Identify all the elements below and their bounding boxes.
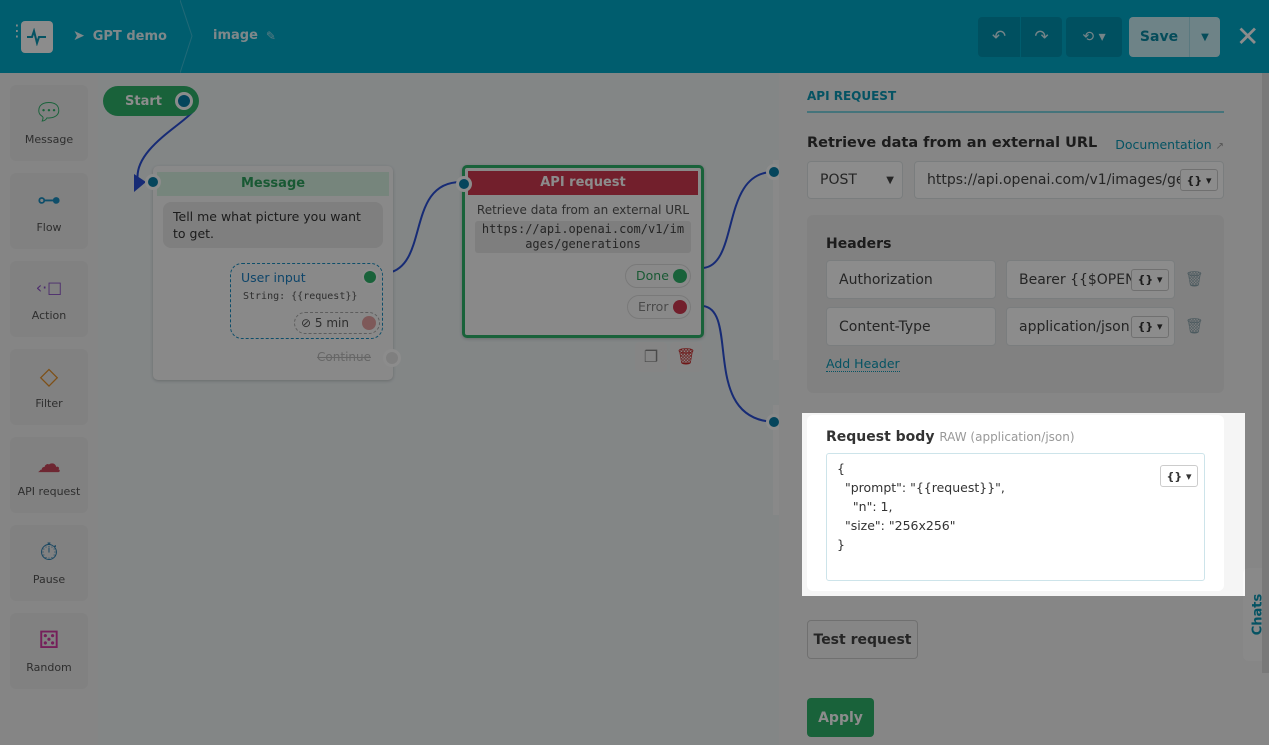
add-header-link[interactable]: Add Header bbox=[826, 356, 900, 372]
header-key: Content-Type bbox=[839, 318, 931, 335]
header-key-input[interactable]: Authorization bbox=[826, 260, 996, 299]
message-text: Tell me what picture you want to get. bbox=[163, 202, 383, 248]
close-icon[interactable]: ✕ bbox=[1236, 20, 1259, 53]
body-type: RAW (application/json) bbox=[939, 430, 1075, 444]
input-variable: String: {{request}} bbox=[243, 291, 358, 302]
scrollbar[interactable] bbox=[1262, 73, 1269, 673]
node-description: Retrieve data from an external URL bbox=[476, 203, 690, 217]
header-value: Bearer {{$OPEN/ bbox=[1019, 271, 1141, 288]
header-value-input[interactable]: Bearer {{$OPEN/{} ▾ bbox=[1006, 260, 1175, 299]
trash-icon[interactable]: 🗑︎ bbox=[1185, 270, 1204, 288]
save-button[interactable]: Save bbox=[1129, 17, 1189, 57]
header-key: Authorization bbox=[839, 271, 933, 288]
node-title: Message bbox=[157, 172, 389, 196]
request-body-title: Request body bbox=[826, 429, 935, 445]
url-input[interactable]: https://api.openai.com/v1/images/gene{} … bbox=[914, 161, 1224, 199]
copy-icon[interactable]: ❐ bbox=[635, 342, 667, 372]
headers-title: Headers bbox=[826, 236, 892, 252]
panel-subtitle: Retrieve data from an external URL bbox=[807, 135, 1098, 151]
input-port[interactable] bbox=[145, 174, 161, 190]
continue-port[interactable] bbox=[383, 349, 401, 367]
external-link-icon: ↗ bbox=[1215, 141, 1224, 152]
message-node[interactable]: Message Tell me what picture you want to… bbox=[145, 166, 401, 380]
input-output-port[interactable] bbox=[362, 269, 378, 285]
save-dropdown[interactable]: ▼ bbox=[1189, 17, 1220, 57]
variable-button[interactable]: {} ▾ bbox=[1180, 169, 1218, 191]
api-request-panel: API REQUEST Retrieve data from an extern… bbox=[779, 73, 1269, 745]
save-group: Save ▼ bbox=[1129, 17, 1220, 57]
header-value-input[interactable]: application/json{} ▾ bbox=[1006, 307, 1175, 346]
continue-label: Continue bbox=[317, 350, 371, 364]
url-value: https://api.openai.com/v1/images/gene bbox=[927, 172, 1202, 188]
error-port[interactable] bbox=[673, 300, 687, 314]
start-node[interactable]: Start bbox=[103, 86, 199, 116]
panel-title: API REQUEST bbox=[807, 89, 897, 103]
user-input-label: User input bbox=[241, 270, 306, 285]
node-url: https://api.openai.com/v1/images/generat… bbox=[475, 221, 691, 253]
error-output[interactable]: Error bbox=[627, 295, 691, 319]
request-body-card: Request body RAW (application/json) { "p… bbox=[807, 415, 1224, 591]
error-label: Error bbox=[638, 299, 669, 314]
header-value: application/json bbox=[1019, 318, 1130, 335]
braces-icon: {} bbox=[1186, 173, 1203, 187]
history-button[interactable]: ⟲ ▾ bbox=[1066, 17, 1122, 57]
no-icon: ⊘ bbox=[301, 316, 312, 330]
request-body-textarea[interactable]: { "prompt": "{{request}}", "n": 1, "size… bbox=[826, 453, 1205, 581]
node-title: API request bbox=[468, 171, 698, 195]
method-select[interactable]: POST ▼ bbox=[807, 161, 903, 199]
user-input-box[interactable]: User input String: {{request}} ⊘ 5 min bbox=[230, 263, 383, 339]
timeout-value: 5 min bbox=[314, 316, 349, 330]
connection-done bbox=[702, 170, 776, 269]
done-output[interactable]: Done bbox=[625, 264, 691, 288]
headers-card: Headers Authorization Bearer {{$OPEN/{} … bbox=[807, 215, 1224, 393]
start-label: Start bbox=[125, 93, 162, 109]
apply-button[interactable]: Apply bbox=[807, 698, 874, 737]
variable-button[interactable]: {} ▾ bbox=[1131, 268, 1169, 291]
connection-error bbox=[702, 305, 776, 423]
api-request-node[interactable]: API request Retrieve data from an extern… bbox=[456, 165, 704, 338]
start-port[interactable] bbox=[175, 92, 193, 110]
input-port[interactable] bbox=[456, 176, 472, 192]
redo-button[interactable]: ↷ bbox=[1021, 17, 1062, 57]
doc-link-text: Documentation bbox=[1115, 137, 1212, 152]
trash-icon[interactable]: 🗑︎ bbox=[1185, 317, 1204, 335]
method-value: POST bbox=[820, 172, 857, 188]
header-key-input[interactable]: Content-Type bbox=[826, 307, 996, 346]
undo-button[interactable]: ↶ bbox=[978, 17, 1020, 57]
connection-input-api bbox=[387, 180, 464, 274]
variable-button[interactable]: {} ▾ bbox=[1131, 315, 1169, 338]
title-underline bbox=[807, 111, 1224, 113]
variable-button[interactable]: {} ▾ bbox=[1160, 465, 1198, 487]
delete-node-icon[interactable]: 🗑︎ bbox=[670, 342, 702, 372]
documentation-link[interactable]: Documentation ↗ bbox=[1115, 137, 1224, 152]
done-label: Done bbox=[636, 268, 669, 283]
timeout-port[interactable] bbox=[362, 316, 376, 330]
test-request-button[interactable]: Test request bbox=[807, 620, 918, 659]
done-port[interactable] bbox=[673, 269, 687, 283]
chevron-down-icon: ▼ bbox=[886, 174, 894, 186]
timeout-pill[interactable]: ⊘ 5 min bbox=[294, 312, 380, 334]
